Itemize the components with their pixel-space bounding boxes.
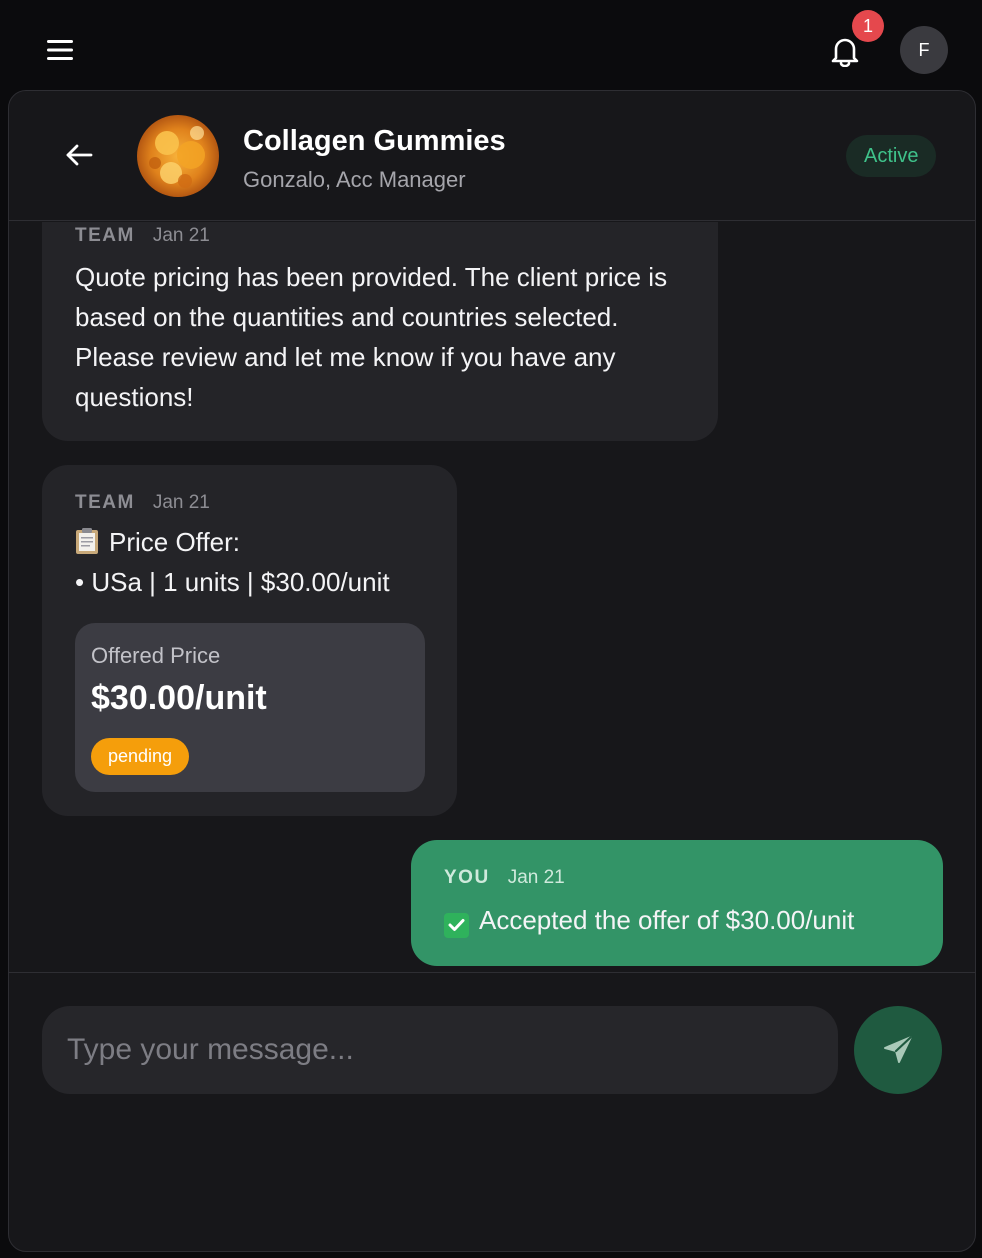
chat-panel: Collagen Gummies Gonzalo, Acc Manager Ac… <box>8 90 976 1252</box>
message-date: Jan 21 <box>152 492 210 513</box>
chat-subtitle: Gonzalo, Acc Manager <box>243 167 466 192</box>
offer-line-item: • USa | 1 units | $30.00/unit <box>75 567 390 597</box>
send-icon <box>884 1035 913 1063</box>
message-sender: TEAM <box>75 225 135 246</box>
clipboard-icon <box>75 527 99 555</box>
user-avatar[interactable]: F <box>900 26 948 74</box>
message-date: Jan 21 <box>507 867 565 888</box>
chat-header: Collagen Gummies Gonzalo, Acc Manager Ac… <box>9 91 975 221</box>
message-text: Quote pricing has been provided. The cli… <box>75 262 668 412</box>
notification-count-badge: 1 <box>852 10 884 42</box>
offer-heading-text: Price Offer: <box>109 527 241 557</box>
offered-price-label: Offered Price <box>91 643 221 668</box>
message-bubble-you: YOU Jan 21 Accepted the offer of $30.00/… <box>411 840 943 966</box>
offer-status-badge: pending <box>91 738 190 775</box>
top-navigation-bar: 1 F <box>0 0 982 90</box>
offered-price-card: Offered Price $30.00/unit pending <box>75 623 425 792</box>
message-text: Accepted the offer of $30.00/unit <box>479 905 855 935</box>
status-badge: Active <box>846 135 937 177</box>
message-meta: TEAM Jan 21 <box>75 225 210 247</box>
price-offer-bubble: TEAM Jan 21 Price Offer: • USa | 1 units… <box>42 465 457 816</box>
check-mark-icon <box>444 912 469 938</box>
offered-price-value: $30.00/unit <box>91 679 267 717</box>
message-list[interactable]: TEAM Jan 21 Quote pricing has been provi… <box>9 222 975 972</box>
message-input[interactable] <box>42 1006 838 1094</box>
message-text-row: Accepted the offer of $30.00/unit <box>444 900 854 940</box>
back-arrow-icon[interactable] <box>61 137 97 173</box>
product-image <box>137 115 219 197</box>
message-meta: TEAM Jan 21 <box>75 492 210 514</box>
message-bubble-team: TEAM Jan 21 Quote pricing has been provi… <box>42 222 718 441</box>
offer-heading: Price Offer: <box>75 527 240 558</box>
message-date: Jan 21 <box>152 225 210 246</box>
message-sender: TEAM <box>75 492 135 513</box>
chat-title: Collagen Gummies <box>243 125 506 157</box>
message-meta: YOU Jan 21 <box>444 867 565 889</box>
hamburger-menu-icon[interactable] <box>44 34 76 66</box>
message-sender: YOU <box>444 867 490 888</box>
message-composer <box>9 972 975 1251</box>
send-button[interactable] <box>854 1006 942 1094</box>
